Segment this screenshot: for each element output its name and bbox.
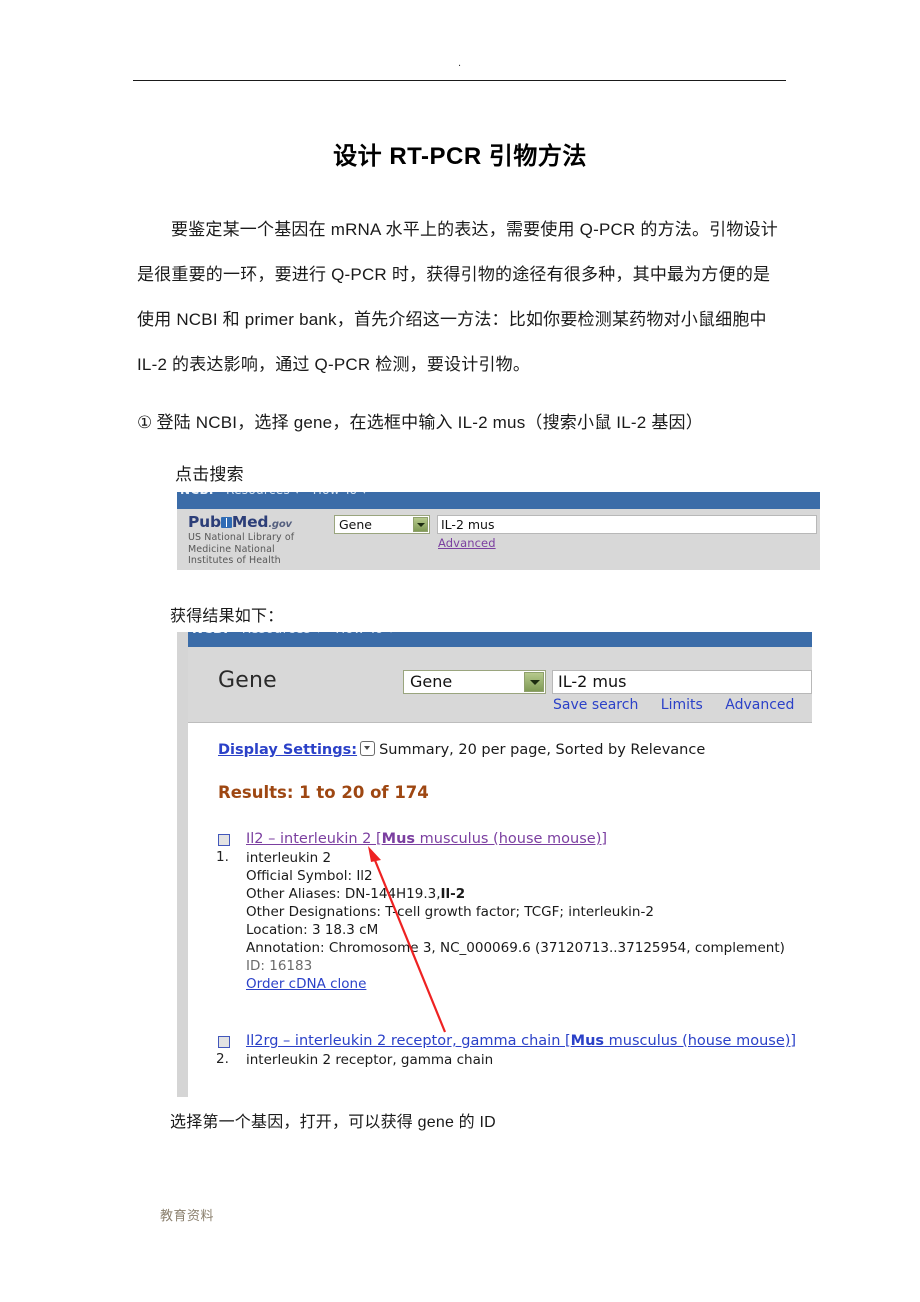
gene-description: interleukin 2 receptor, gamma chain (246, 1052, 494, 1068)
gene-title-link[interactable]: Il2rg – interleukin 2 receptor, gamma ch… (246, 1033, 796, 1049)
pubmed-word-pub: Pub (188, 513, 221, 531)
gene-id-label: ID: (246, 958, 265, 974)
result-index: 2. (216, 1051, 229, 1067)
gene-results-inner: NCBI Resources ▾ How To ▾ Gene Gene IL-2… (188, 632, 812, 1097)
annotation-value: Chromosome 3, NC_000069.6 (37120713..371… (328, 940, 785, 956)
chevron-down-icon[interactable] (524, 672, 544, 692)
ncbi-logo-text[interactable]: NCBI (180, 492, 214, 497)
step-1-marker: ① (137, 413, 153, 432)
organism-rest: musculus (house mouse)] (415, 831, 608, 847)
step-1-text: 登陆 NCBI，选择 gene，在选框中输入 IL-2 mus（搜索小鼠 IL-… (156, 413, 703, 432)
embedded-screenshot-pubmed-header: NCBI Resources ▾ How To ▾ Pub Med.gov US … (177, 492, 820, 570)
gene-symbol-text: Il2 – interleukin 2 [ (246, 831, 382, 847)
display-settings-value: Summary, 20 per page, Sorted by Relevanc… (379, 742, 706, 758)
gene-symbol-text: Il2rg – interleukin 2 receptor, gamma ch… (246, 1033, 571, 1049)
caption-select-gene: 选择第一个基因，打开，可以获得 gene 的 ID (170, 1114, 496, 1131)
other-aliases-line: Other Aliases: DN-144H19.3,Il-2 (246, 885, 785, 903)
advanced-link[interactable]: Advanced (725, 697, 794, 713)
chevron-down-icon[interactable] (360, 741, 376, 756)
pubmed-word-gov: .gov (268, 519, 292, 530)
search-input[interactable]: IL-2 mus (552, 670, 812, 694)
gene-details: interleukin 2 receptor, gamma chain (246, 1051, 493, 1069)
display-settings-link[interactable]: Display Settings: (218, 742, 357, 758)
other-aliases-bold: Il-2 (440, 886, 466, 902)
other-designations-value: T-cell growth factor; TCGF; interleukin-… (385, 904, 654, 920)
search-tools-links: Save search Limits Advanced (553, 697, 794, 713)
gene-description: interleukin 2 (246, 850, 332, 866)
location-line: Location: 3 18.3 cM (246, 921, 785, 939)
limits-link[interactable]: Limits (661, 697, 703, 713)
location-value: 3 18.3 cM (311, 922, 379, 938)
step-1-line: ① 登陆 NCBI，选择 gene，在选框中输入 IL-2 mus（搜索小鼠 IL… (137, 400, 787, 445)
ncbi-top-bar: NCBI Resources ▾ How To ▾ (177, 492, 820, 509)
database-select-value: Gene (410, 672, 453, 691)
display-settings-row: Display Settings: Summary, 20 per page, S… (218, 739, 705, 758)
pubmed-logo[interactable]: Pub Med.gov US National Library of Medici… (188, 513, 308, 567)
organism-bold: Mus (381, 831, 416, 847)
pubmed-book-icon (220, 513, 232, 531)
ncbi-top-bar: NCBI Resources ▾ How To ▾ (188, 632, 812, 647)
ncbi-logo-text[interactable]: NCBI (192, 632, 228, 637)
pubmed-word-med: Med (231, 513, 269, 531)
search-input-value: IL-2 mus (441, 517, 495, 532)
organism-bold: Mus (570, 1033, 605, 1049)
chevron-down-icon[interactable] (413, 517, 428, 532)
gene-title-link[interactable]: Il2 – interleukin 2 [Mus musculus (house… (246, 831, 607, 847)
embedded-screenshot-gene-results: NCBI Resources ▾ How To ▾ Gene Gene IL-2… (177, 632, 812, 1097)
advanced-link[interactable]: Advanced (438, 536, 496, 550)
other-aliases-value: DN-144H19.3, (344, 886, 441, 902)
other-designations-line: Other Designations: T-cell growth factor… (246, 903, 785, 921)
result-checkbox[interactable] (218, 1036, 230, 1048)
ncbi-howto-menu[interactable]: How To (335, 632, 383, 637)
database-select[interactable]: Gene (403, 670, 546, 694)
gene-search-header: NCBI Resources ▾ How To ▾ Gene Gene IL-2… (188, 632, 812, 723)
ncbi-howto-menu[interactable]: How To (313, 492, 357, 497)
step-1-subline: 点击搜索 (175, 465, 244, 484)
order-cdna-clone-line: Order cDNA clone (246, 975, 785, 993)
official-symbol-line: Official Symbol: Il2 (246, 867, 785, 885)
ncbi-resources-menu[interactable]: Resources (242, 632, 311, 637)
body-paragraph-1: 要鉴定某一个基因在 mRNA 水平上的表达，需要使用 Q-PCR 的方法。引物设… (137, 220, 778, 374)
page-title: 设计 RT-PCR 引物方法 (333, 143, 587, 170)
save-search-link[interactable]: Save search (553, 697, 638, 713)
search-input[interactable]: IL-2 mus (437, 515, 817, 534)
database-title: Gene (218, 668, 277, 693)
location-label: Location: (246, 922, 308, 938)
pubmed-wordmark: Pub Med.gov (188, 513, 308, 531)
database-select[interactable]: Gene (334, 515, 430, 534)
ncbi-resources-menu[interactable]: Resources (226, 492, 290, 497)
caption-results: 获得结果如下： (170, 608, 284, 625)
annotation-label: Annotation: (246, 940, 325, 956)
gene-id-line: ID: 16183 (246, 957, 785, 975)
ncbi-top-bar-labels[interactable]: NCBI Resources ▾ How To ▾ (180, 492, 368, 497)
result-checkbox[interactable] (218, 834, 230, 846)
header-rule (133, 80, 786, 81)
official-symbol-value: Il2 (356, 868, 373, 884)
annotation-line: Annotation: Chromosome 3, NC_000069.6 (3… (246, 939, 785, 957)
gene-id-value: 16183 (269, 958, 313, 974)
official-symbol-label: Official Symbol: (246, 868, 353, 884)
document-page: . 设计 RT-PCR 引物方法 要鉴定某一个基因在 mRNA 水平上的表达，需… (0, 0, 920, 1302)
footer-watermark: 教育资料 (160, 1208, 215, 1223)
page-left-margin (177, 632, 188, 1097)
results-count: Results: 1 to 20 of 174 (218, 783, 429, 802)
other-aliases-label: Other Aliases: (246, 886, 341, 902)
pubmed-logo-subtitle: US National Library of Medicine National… (188, 532, 295, 566)
ncbi-top-bar-labels[interactable]: NCBI Resources ▾ How To ▾ (192, 632, 395, 637)
header-mark: . (457, 57, 462, 69)
results-area: Display Settings: Summary, 20 per page, S… (188, 723, 812, 1097)
gene-details: interleukin 2 Official Symbol: Il2 Other… (246, 849, 785, 993)
organism-rest: musculus (house mouse)] (604, 1033, 797, 1049)
search-input-value: IL-2 mus (558, 672, 627, 691)
result-index: 1. (216, 849, 229, 865)
pubmed-header-body: Pub Med.gov US National Library of Medici… (177, 509, 820, 570)
other-designations-label: Other Designations: (246, 904, 381, 920)
order-cdna-clone-link[interactable]: Order cDNA clone (246, 976, 366, 992)
database-select-value: Gene (339, 517, 372, 532)
